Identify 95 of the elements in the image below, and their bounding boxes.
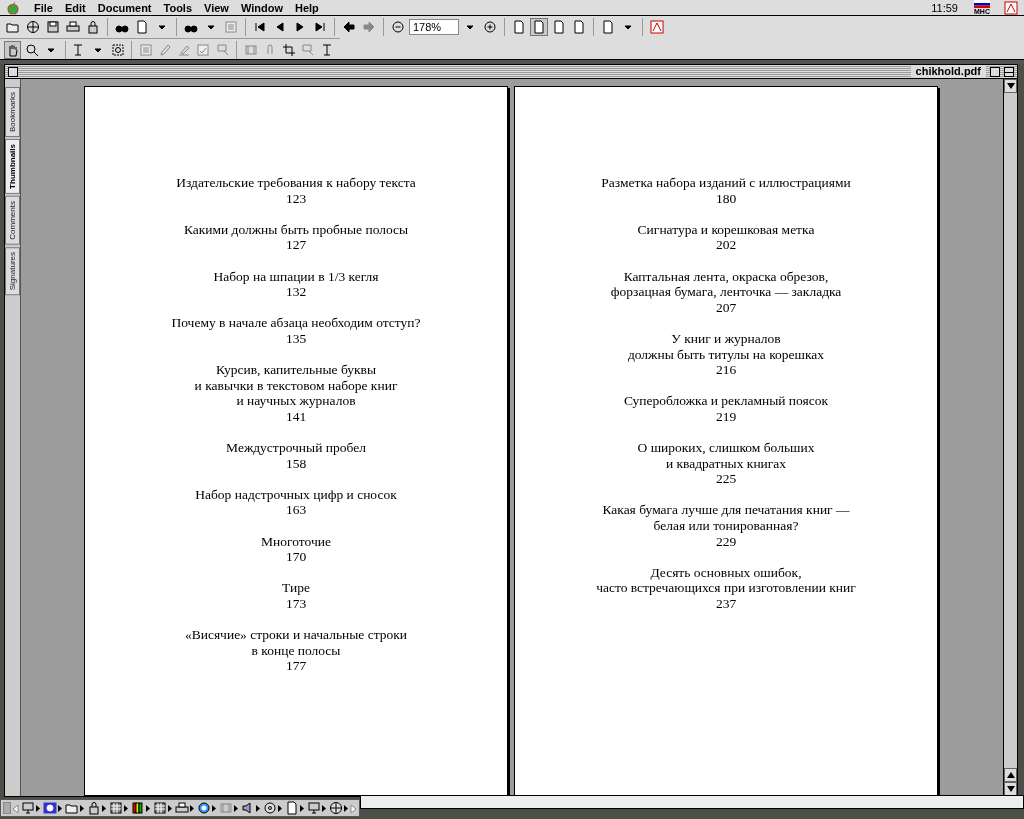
page-number: 127 <box>285 237 307 253</box>
contents-entry-title: Разметка набора изданий с иллюстрациями <box>601 175 851 191</box>
page-number: 170 <box>285 549 307 565</box>
checkerboard-icon[interactable] <box>153 801 167 815</box>
triangle-icon[interactable] <box>36 804 40 812</box>
page-number: 219 <box>715 408 737 425</box>
menu-item[interactable]: View <box>198 0 235 16</box>
contents-entry-title: Каптальная лента, окраска обрезов, <box>623 268 829 285</box>
window-icon[interactable] <box>307 801 321 815</box>
contents-entry-title: Курсив, капительные буквы <box>216 362 376 378</box>
contents-entry-title: «Висячие» строки и начальные строки <box>184 627 408 643</box>
contents-entry-title: Многоточие <box>261 533 331 550</box>
triangle-icon[interactable] <box>124 804 128 812</box>
contents-entry-title: Какая бумага лучше для печатания книг — <box>602 502 850 519</box>
page-number: 202 <box>715 237 737 253</box>
contents-entry-title: и квадратных книгах <box>665 455 787 472</box>
globe-icon[interactable] <box>24 18 42 36</box>
color-bars-icon[interactable] <box>131 801 145 815</box>
triangle-icon[interactable] <box>168 804 172 812</box>
contents-entry-title: Десять основных ошибок, <box>650 564 802 581</box>
triangle-icon[interactable] <box>146 804 150 812</box>
side-tab[interactable]: Bookmarks <box>5 87 20 137</box>
contents-entry-title: Тире <box>282 580 310 597</box>
contents-entry-title: Набор на шпации в 1/3 кегля <box>213 268 379 285</box>
contents-entry-title: Какими должны быть пробные полосы <box>183 221 409 238</box>
triangle-icon[interactable] <box>278 804 282 812</box>
page-number: 173 <box>285 596 307 612</box>
page-number: 135 <box>285 330 307 347</box>
contents-entry-title: Издательские требования к набору текста <box>176 175 416 191</box>
close-box[interactable] <box>8 66 18 77</box>
page-number: 177 <box>285 658 307 674</box>
page-number: 237 <box>715 596 737 612</box>
contents-entry-title: часто встречающихся при изготовлении книг <box>596 580 856 597</box>
contents-entry-title: и кавычки в текстовом наборе книг <box>194 377 398 394</box>
contents-entry-title: Набор надстрочных цифр и сносок <box>195 486 397 503</box>
triangle-icon[interactable] <box>212 804 216 812</box>
menu-item[interactable]: Document <box>91 0 158 16</box>
disc-icon[interactable] <box>263 801 277 815</box>
lock-icon[interactable] <box>87 801 101 815</box>
menu-item[interactable]: File <box>28 0 59 16</box>
page-number: 123 <box>285 190 307 207</box>
contents-entry-title: и научных журналов <box>236 393 356 409</box>
page-number: 216 <box>715 362 737 378</box>
globe-icon[interactable] <box>329 801 343 815</box>
page-number: 132 <box>285 284 307 300</box>
contents-entry-title: Междустрочный пробел <box>226 440 366 456</box>
document-icon[interactable] <box>285 801 299 815</box>
triangle-icon[interactable] <box>344 804 348 812</box>
contents-entry-title: Сигнатура и корешковая метка <box>637 221 815 238</box>
horizontal-scrollbar[interactable] <box>360 795 1024 809</box>
triangle-icon[interactable] <box>234 804 238 812</box>
contents-entry-title: должны быть титулы на корешках <box>627 346 825 363</box>
flag-icon[interactable] <box>974 0 990 8</box>
side-tab[interactable]: Thumbnails <box>5 139 20 194</box>
page-number: 141 <box>285 408 307 425</box>
clock-text: 11:59 <box>930 0 959 16</box>
apple-icon[interactable] <box>6 0 20 16</box>
zoom-in-icon[interactable] <box>481 18 499 36</box>
triangle-icon[interactable] <box>322 804 326 812</box>
triangle-icon[interactable] <box>80 804 84 812</box>
contents-entry-title: в конце полосы <box>251 642 341 659</box>
page-number: 180 <box>715 190 737 207</box>
menu-item[interactable]: Help <box>288 0 325 16</box>
triangle-icon[interactable] <box>256 804 260 812</box>
monitor-icon[interactable] <box>21 801 35 815</box>
zoom-field[interactable]: 178% <box>409 19 459 35</box>
acrobat-icon[interactable] <box>1004 0 1018 16</box>
menu-item[interactable]: Edit <box>58 0 92 16</box>
triangle-icon[interactable] <box>58 804 62 812</box>
page-number: 207 <box>715 299 737 316</box>
collapse-box[interactable] <box>1004 66 1014 77</box>
contents-entry-title: У книг и журналов <box>671 330 781 347</box>
printer-icon[interactable] <box>175 801 189 815</box>
zoom-box[interactable] <box>990 66 1000 77</box>
page-number: 229 <box>715 533 737 550</box>
page-layout-icon[interactable] <box>530 18 548 36</box>
folder-icon[interactable] <box>65 801 79 815</box>
adobe-logo-icon[interactable] <box>648 18 666 36</box>
menu-item[interactable]: Window <box>234 0 289 16</box>
menu-item[interactable]: Tools <box>157 0 199 16</box>
zoom-out-icon[interactable] <box>389 18 407 36</box>
side-tab[interactable]: Signatures <box>5 246 20 295</box>
contents-entry-title: О широких, слишком больших <box>637 440 815 456</box>
page-number: 158 <box>285 455 307 472</box>
contents-entry-title: Суперобложка и рекламный поясок <box>623 393 829 409</box>
triangle-icon[interactable] <box>102 804 106 812</box>
contents-entry-title: форзацная бумага, ленточка — закладка <box>610 284 842 300</box>
contents-entry-title: Почему в начале абзаца необходим отступ? <box>171 315 421 331</box>
page-number: 225 <box>715 471 737 487</box>
page-number: 163 <box>285 502 307 519</box>
window-title: chikhold.pdf <box>910 65 986 78</box>
triangle-icon[interactable] <box>300 804 304 812</box>
side-tab[interactable]: Comments <box>5 195 20 245</box>
contents-entry-title: белая или тонированная? <box>653 518 799 534</box>
triangle-icon[interactable] <box>190 804 194 812</box>
